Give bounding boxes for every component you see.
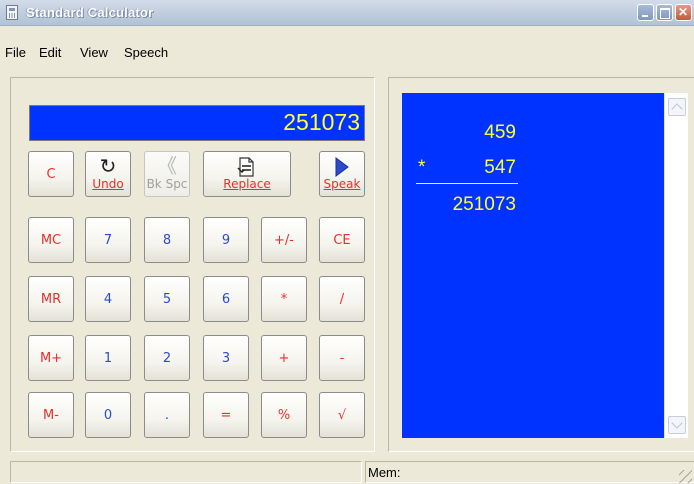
calculator-app-icon <box>6 5 18 20</box>
status-bar <box>0 460 694 484</box>
minimize-button[interactable] <box>637 4 654 21</box>
decimal-point-button[interactable]: . <box>144 392 190 438</box>
digit-6-button[interactable]: 6 <box>203 276 249 322</box>
digit-0-button[interactable]: 0 <box>85 392 131 438</box>
menu-bar: File Edit View Speech <box>0 26 694 64</box>
tape-result: 251073 <box>452 194 516 215</box>
status-cell-memory <box>365 461 694 483</box>
backspace-button[interactable]: 《 Bk Spc <box>144 151 190 197</box>
digit-2-button[interactable]: 2 <box>144 335 190 381</box>
close-button[interactable] <box>675 4 692 21</box>
memory-status: Mem: <box>368 465 401 480</box>
memory-subtract-button[interactable]: M- <box>28 392 74 438</box>
resize-grip-icon[interactable] <box>679 470 692 483</box>
status-cell-main <box>10 461 362 483</box>
digit-9-button[interactable]: 9 <box>203 217 249 263</box>
tape-operator: * <box>418 157 426 178</box>
maximize-button[interactable] <box>656 4 673 21</box>
clear-entry-button[interactable]: CE <box>319 217 365 263</box>
memory-clear-button[interactable]: MC <box>28 217 74 263</box>
memory-recall-button[interactable]: MR <box>28 276 74 322</box>
digit-5-button[interactable]: 5 <box>144 276 190 322</box>
digit-4-button[interactable]: 4 <box>85 276 131 322</box>
multiply-button[interactable]: * <box>261 276 307 322</box>
undo-label: Undo <box>92 177 124 191</box>
title-bar[interactable]: Standard Calculator <box>0 0 694 26</box>
menu-speech[interactable]: Speech <box>124 45 168 60</box>
calculator-display: 251073 <box>29 105 365 141</box>
backspace-label: Bk Spc <box>146 177 188 191</box>
add-button[interactable]: + <box>261 335 307 381</box>
window-title: Standard Calculator <box>26 5 154 20</box>
tape-operand-1: 459 <box>484 122 516 143</box>
sign-toggle-button[interactable]: +/- <box>261 217 307 263</box>
calculator-window: Standard Calculator File Edit View Speec… <box>0 0 694 484</box>
replace-document-icon <box>236 156 258 181</box>
digit-7-button[interactable]: 7 <box>85 217 131 263</box>
tape-divider <box>416 183 518 184</box>
subtract-button[interactable]: - <box>319 335 365 381</box>
memory-add-button[interactable]: M+ <box>28 335 74 381</box>
calculation-tape: 459 * 547 251073 <box>402 93 664 438</box>
digit-1-button[interactable]: 1 <box>85 335 131 381</box>
divide-button[interactable]: / <box>319 276 365 322</box>
menu-view[interactable]: View <box>80 45 108 60</box>
digit-8-button[interactable]: 8 <box>144 217 190 263</box>
scroll-down-arrow-icon[interactable] <box>668 416 686 434</box>
replace-button[interactable]: Replace <box>203 151 291 197</box>
play-triangle-icon <box>334 156 350 181</box>
scroll-up-arrow-icon[interactable] <box>668 98 686 116</box>
backspace-chevron-icon: 《 <box>157 154 177 178</box>
tape-operand-2: 547 <box>484 157 516 178</box>
digit-3-button[interactable]: 3 <box>203 335 249 381</box>
tape-scrollbar[interactable] <box>664 93 688 438</box>
menu-file[interactable]: File <box>5 45 26 60</box>
percent-button[interactable]: % <box>261 392 307 438</box>
menu-edit[interactable]: Edit <box>39 45 61 60</box>
equals-button[interactable]: = <box>203 392 249 438</box>
clear-button[interactable]: C <box>28 151 74 197</box>
undo-arrow-icon: ↻ <box>99 154 117 178</box>
square-root-button[interactable]: √ <box>319 392 365 438</box>
undo-button[interactable]: ↻ Undo <box>85 151 131 197</box>
speak-button[interactable]: Speak <box>319 151 365 197</box>
